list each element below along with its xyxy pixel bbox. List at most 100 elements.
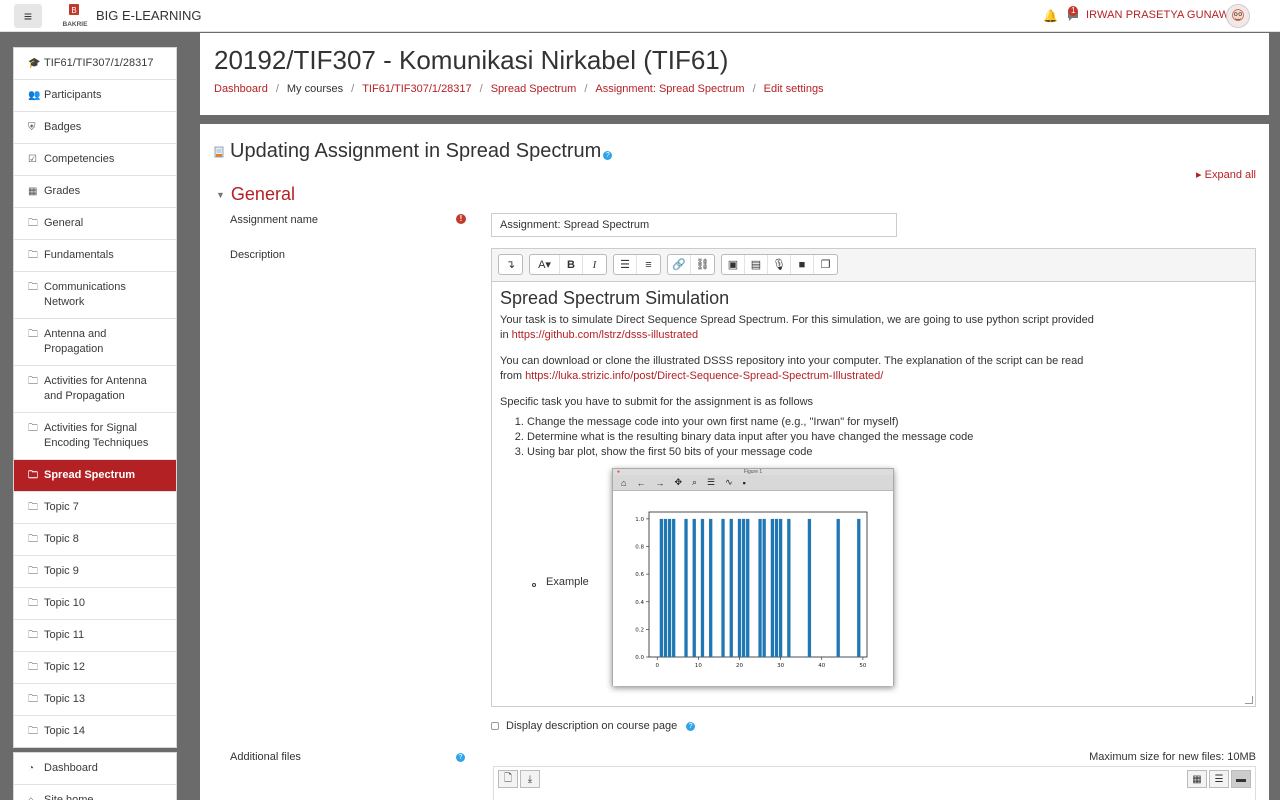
bar (762, 518, 766, 657)
sidebar-item-badges[interactable]: ⛨ Badges (14, 112, 176, 144)
download-icon[interactable]: ⤓ (520, 770, 540, 788)
folder-icon: 🗀 (28, 726, 38, 737)
figure-plot: 0 10 20 30 40 50 0.0 0.2 0.4 0.6 0.8 1.0 (613, 491, 893, 686)
sidebar-item-topic-7[interactable]: 🗀 Topic 7 (14, 492, 176, 524)
unlink-icon[interactable]: ⛓ (691, 255, 714, 274)
additional-files-label: Additional files (230, 751, 301, 763)
font-style-icon[interactable]: A▾ (530, 255, 560, 274)
editor-content[interactable]: Spread Spectrum Simulation Your task is … (492, 282, 1255, 706)
user-name[interactable]: IRWAN PRASETYA GUNAWAN (1086, 9, 1244, 21)
help-icon[interactable]: ? (456, 753, 465, 762)
assignment-icon (214, 146, 224, 158)
grid-view-icon[interactable]: ▦ (1187, 770, 1207, 788)
breadcrumb-item[interactable]: TIF61/TIF307/1/28317 (362, 83, 471, 95)
toolbar-toggle-icon[interactable]: ↴ (499, 255, 522, 274)
menu-toggle-icon[interactable]: ≡ (14, 4, 42, 28)
breadcrumb-item[interactable]: Spread Spectrum (491, 83, 577, 95)
copy-icon[interactable]: ❐ (814, 255, 837, 274)
svg-text:BAKRIE: BAKRIE (63, 21, 89, 28)
add-file-icon[interactable]: 🗋 (498, 770, 518, 788)
section-general-label: General (230, 184, 295, 204)
file-picker: 🗋 ⤓ ▦ ☰ ▬ (493, 766, 1256, 800)
sidebar-item-topic-9[interactable]: 🗀 Topic 9 (14, 556, 176, 588)
resize-handle-icon[interactable] (1245, 696, 1253, 704)
video-icon[interactable]: ■ (791, 255, 814, 274)
breadcrumb-item[interactable]: Dashboard (214, 83, 268, 95)
sidebar-item-topic-14[interactable]: 🗀 Topic 14 (14, 716, 176, 747)
example-figure[interactable]: ● Figure 1 ⌂ ← → ✥ ⌕ ☰ ∿ ▪ 0 10 20 30 40 (612, 468, 894, 686)
y-tick-label: 1.0 (635, 517, 644, 523)
avatar[interactable] (1226, 4, 1250, 28)
bold-icon[interactable]: B (560, 255, 583, 274)
sidebar-item-tif61-tif307-1-28317[interactable]: 🎓 TIF61/TIF307/1/28317 (14, 48, 176, 80)
bell-icon[interactable]: 🔔 (1043, 9, 1058, 23)
sidebar-item-topic-12[interactable]: 🗀 Topic 12 (14, 652, 176, 684)
sidebar-item-label: Communications Network (44, 281, 126, 308)
help-icon[interactable]: ? (603, 151, 613, 160)
sidebar-item-topic-11[interactable]: 🗀 Topic 11 (14, 620, 176, 652)
blog-link[interactable]: https://luka.strizic.info/post/Direct-Se… (525, 370, 883, 382)
bar (836, 518, 840, 657)
display-description-option[interactable]: Display description on course page ? (491, 720, 696, 732)
sidebar-item-label: General (44, 217, 84, 229)
assignment-name-input[interactable] (491, 213, 897, 237)
sidebar-item-activities-for-antenna-and-propagation[interactable]: 🗀 Activities for Antenna and Propagation (14, 366, 176, 413)
sidebar-item-competencies[interactable]: ☑ Competencies (14, 144, 176, 176)
breadcrumb-item[interactable]: Edit settings (764, 83, 824, 95)
sidebar-item-grades[interactable]: ▦ Grades (14, 176, 176, 208)
sidebar-item-antenna-and-propagation[interactable]: 🗀 Antenna and Propagation (14, 319, 176, 366)
italic-icon[interactable]: I (583, 255, 606, 274)
media-icon[interactable]: ▤ (745, 255, 768, 274)
sidebar-item-general[interactable]: 🗀 General (14, 208, 176, 240)
sidebar-item-communications-network[interactable]: 🗀 Communications Network (14, 272, 176, 319)
image-icon[interactable]: ▣ (722, 255, 745, 274)
sidebar-item-label: Topic 12 (44, 661, 85, 673)
sidebar-item-fundamentals[interactable]: 🗀 Fundamentals (14, 240, 176, 272)
task-list-item: Determine what is the resulting binary d… (527, 430, 1247, 445)
caret-down-icon: ▼ (216, 189, 225, 200)
breadcrumb-item[interactable]: Assignment: Spread Spectrum (595, 83, 744, 95)
sidebar-item-label: Spread Spectrum (44, 469, 136, 481)
folder-icon: 🗀 (28, 329, 38, 340)
numbered-list-icon[interactable]: ≡ (637, 255, 660, 274)
sidebar-item-participants[interactable]: 👥 Participants (14, 80, 176, 112)
folder-view-icon[interactable]: ▬ (1231, 770, 1251, 788)
folder-icon: 🗀 (28, 282, 38, 293)
main-content: Updating Assignment in Spread Spectrum ?… (200, 124, 1269, 800)
max-size-text: Maximum size for new files: 10MB (1089, 751, 1256, 763)
bakrie-logo[interactable]: B BAKRIE (57, 4, 93, 28)
bullet-list-icon[interactable]: ☰ (614, 255, 637, 274)
sidebar-item-spread-spectrum[interactable]: 🗀 Spread Spectrum (14, 460, 176, 492)
figure-toolbar: ⌂ ← → ✥ ⌕ ☰ ∿ ▪ (613, 475, 893, 491)
site-nav: ◔ Dashboard ⌂ Site home (13, 752, 177, 800)
course-nav: 🎓 TIF61/TIF307/1/28317 👥 Participants ⛨ Badge… (13, 47, 177, 748)
sidebar-item-dashboard[interactable]: ◔ Dashboard (14, 753, 176, 785)
y-tick-label: 0.2 (635, 627, 644, 633)
bar (663, 518, 668, 657)
link-icon[interactable]: 🔗 (668, 255, 691, 274)
save-icon: ▪ (742, 477, 746, 488)
github-link[interactable]: https://github.com/lstrz/dsss-illustrate… (512, 329, 698, 341)
sidebar-item-label: Topic 7 (44, 501, 79, 513)
top-navbar: ≡ B BAKRIE BIG E-LEARNING 🔔 1 IRWAN PRAS… (0, 0, 1280, 32)
sidebar-item-activities-for-signal-encoding-techniques[interactable]: 🗀 Activities for Signal Encoding Techniqu… (14, 413, 176, 460)
sidebar-item-topic-10[interactable]: 🗀 Topic 10 (14, 588, 176, 620)
folder-icon: 🗀 (28, 218, 38, 229)
bar (857, 518, 861, 657)
site-name[interactable]: BIG E-LEARNING (96, 8, 201, 23)
help-icon[interactable]: ? (686, 721, 696, 731)
expand-all-link[interactable]: ▸ Expand all (1196, 168, 1256, 181)
display-description-checkbox[interactable] (491, 722, 499, 730)
bar (659, 518, 663, 657)
sidebar-item-label: Topic 11 (44, 629, 85, 641)
description-editor[interactable]: ↴ A▾ B I ☰ ≡ 🔗 ⛓ ▣ ▤ 🎙 ■ ❐ Spread Spectr… (491, 248, 1256, 707)
list-view-icon[interactable]: ☰ (1209, 770, 1229, 788)
figure-titlebar: ● Figure 1 (613, 469, 893, 475)
section-general-toggle[interactable]: ▼ General (216, 184, 295, 205)
sidebar-item-label: Topic 14 (44, 725, 85, 737)
sidebar-item-topic-8[interactable]: 🗀 Topic 8 (14, 524, 176, 556)
breadcrumb-separator: / (275, 83, 279, 95)
sidebar-item-site-home[interactable]: ⌂ Site home (14, 785, 176, 800)
sidebar-item-topic-13[interactable]: 🗀 Topic 13 (14, 684, 176, 716)
microphone-icon[interactable]: 🎙 (768, 255, 791, 274)
